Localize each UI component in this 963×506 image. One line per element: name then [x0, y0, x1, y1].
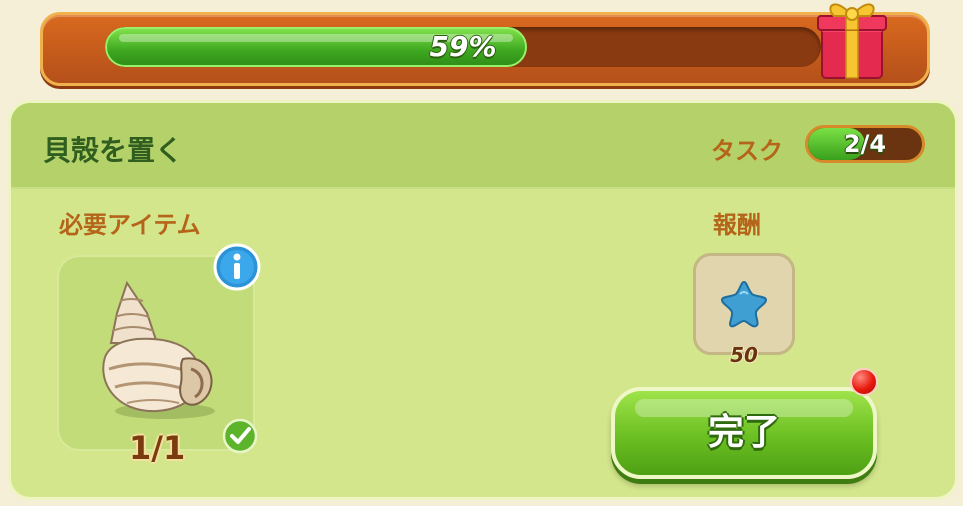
task-counter-value: 2/4: [843, 130, 887, 158]
reward-label: 報酬: [713, 211, 761, 239]
progress-track: 59%: [105, 27, 821, 67]
reward-slot[interactable]: [693, 253, 795, 355]
seashell-icon: [102, 280, 215, 419]
required-item-count: 1/1: [129, 429, 186, 467]
progress-banner: 59%: [40, 12, 930, 86]
complete-button[interactable]: 完了: [611, 387, 877, 479]
reward-amount: 50: [730, 343, 758, 367]
complete-button-label: 完了: [707, 412, 780, 453]
blue-star-icon: [720, 280, 768, 328]
required-items-label: 必要アイテム: [59, 211, 201, 239]
progress-percent: 59%: [429, 30, 497, 63]
task-title: 貝殻を置く: [43, 134, 184, 167]
checkmark-icon: [222, 418, 258, 454]
gift-box-icon[interactable]: [812, 0, 892, 82]
task-card: 貝殻を置く タスク 2/4 必要アイテム 報酬 1/1 50 完了: [8, 100, 958, 500]
red-dot-icon: [850, 368, 878, 396]
info-icon[interactable]: [212, 242, 262, 292]
task-counter: 2/4: [805, 125, 925, 163]
task-counter-label: タスク: [711, 137, 783, 165]
